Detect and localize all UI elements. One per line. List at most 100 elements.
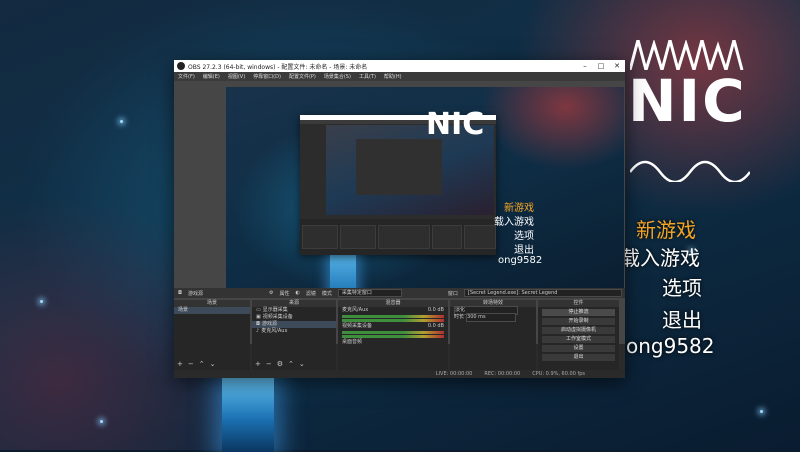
preview-menu-exit: 退出 <box>514 245 534 256</box>
menu-file[interactable]: 文件(F) <box>178 73 195 80</box>
source-label: 显示器采集 <box>262 307 288 313</box>
menu-bar: 文件(F) 编辑(E) 视图(V) 停靠窗口(D) 配置文件(P) 场景集合(S… <box>174 72 625 81</box>
channel-name: 视频采集设备 <box>342 323 373 329</box>
preview-menu-options: 选项 <box>514 231 534 242</box>
settings-button[interactable]: 设置 <box>542 345 615 352</box>
remove-icon[interactable]: − <box>266 360 272 368</box>
menu-exit[interactable]: 退出 <box>662 304 702 333</box>
window-label: 窗口 <box>447 290 458 297</box>
cpu-status: CPU: 0.9%, 60.00 fps <box>532 371 585 377</box>
window-title: OBS 27.2.3 (64-bit, windows) - 配置文件: 未命名… <box>188 63 368 71</box>
source-toolbar: ◘ 游戏源 ⚙ 属性 ◐ 滤镜 模式 采集特定窗口 窗口 [Secret Leg… <box>174 288 625 298</box>
menu-options[interactable]: 选项 <box>662 272 702 301</box>
remove-icon[interactable]: − <box>188 360 194 368</box>
controls-dock: 控件 停止推流 开始录制 启动虚拟摄像机 工作室模式 设置 退出 <box>538 300 619 370</box>
source-tools: + − ⚙ ⌃ ⌄ <box>255 360 305 368</box>
start-recording-button[interactable]: 开始录制 <box>542 318 615 325</box>
preview-canvas[interactable]: NIC 新游戏 载入游戏 选项 退出 ong9582 <box>226 87 624 293</box>
menu-load-game[interactable]: 载入游戏 <box>620 242 700 271</box>
scenes-header: 场景 <box>174 300 250 307</box>
preview-menu-new-game: 新游戏 <box>504 203 534 214</box>
source-item[interactable]: ▭ 显示器采集 <box>252 307 336 314</box>
sources-dock: 来源 ▭ 显示器采集 ▣ 视频采集设备 ◘ 游戏源 ♪ 麦克风/Aux + − ⚙ ⌃ ⌄ <box>252 300 336 370</box>
sparkle <box>120 120 123 123</box>
exit-button[interactable]: 退出 <box>542 354 615 361</box>
rec-status: REC: 00:00:00 <box>484 371 521 377</box>
preview-menu-load-game: 载入游戏 <box>494 217 534 228</box>
menu-edit[interactable]: 编辑(E) <box>203 73 220 80</box>
gear-icon[interactable]: ⚙ <box>269 290 273 296</box>
channel-level: 0.0 dB <box>427 307 444 313</box>
mixer-channel: 视频采集设备 0.0 dB <box>338 323 448 330</box>
crystal-sword <box>222 372 274 452</box>
scene-tools: + − ⌃ ⌄ <box>177 360 216 368</box>
down-icon[interactable]: ⌄ <box>299 360 305 368</box>
menu-tools[interactable]: 工具(T) <box>359 73 376 80</box>
mixer-footer: 桌面音频 <box>342 339 363 345</box>
camera-icon: ▣ <box>256 314 261 320</box>
mode-select[interactable]: 采集特定窗口 <box>337 289 402 297</box>
source-label: 麦克风/Aux <box>261 328 288 334</box>
studio-mode-button[interactable]: 工作室模式 <box>542 336 615 343</box>
source-item[interactable]: ▣ 视频采集设备 <box>252 314 336 321</box>
game-logo: NIC <box>628 67 747 135</box>
menu-help[interactable]: 帮助(H) <box>384 73 402 80</box>
up-icon[interactable]: ⌃ <box>288 360 294 368</box>
scene-item[interactable]: 场景 <box>174 307 250 314</box>
preview-version-text: ong9582 <box>498 255 543 266</box>
add-icon[interactable]: + <box>255 360 261 368</box>
menu-new-game[interactable]: 新游戏 <box>636 214 696 243</box>
source-item[interactable]: ♪ 麦克风/Aux <box>252 328 336 335</box>
title-bar: OBS 27.2.3 (64-bit, windows) - 配置文件: 未命名… <box>174 60 625 72</box>
scenes-dock: 场景 场景 + − ⌃ ⌄ <box>174 300 250 370</box>
duration-label: 时长 <box>454 314 465 320</box>
menu-view[interactable]: 视图(V) <box>228 73 245 80</box>
mixer-header: 混音器 <box>338 300 448 307</box>
stop-streaming-button[interactable]: 停止推流 <box>542 309 615 316</box>
status-bar: LIVE: 00:00:00 REC: 00:00:00 CPU: 0.9%, … <box>174 370 625 378</box>
filter-icon[interactable]: ◐ <box>295 290 299 296</box>
gamepad-icon: ◘ <box>178 290 182 296</box>
logo-waves <box>630 160 750 182</box>
nested-window-recursion <box>356 139 442 195</box>
virtual-camera-button[interactable]: 启动虚拟摄像机 <box>542 327 615 334</box>
duration-row: 时长 300 ms <box>450 313 536 322</box>
channel-name: 麦克风/Aux <box>342 307 369 313</box>
volume-slider[interactable] <box>342 319 444 322</box>
properties-button[interactable]: 属性 <box>279 290 289 297</box>
transitions-dock: 转场特效 淡化 时长 300 ms <box>450 300 536 370</box>
channel-level: 0.0 dB <box>427 323 444 329</box>
gamepad-icon: ◘ <box>256 321 260 327</box>
menu-scene-collection[interactable]: 场景集合(S) <box>324 73 351 80</box>
mode-label: 模式 <box>321 290 332 297</box>
logo-spikes <box>630 40 744 70</box>
minimize-icon[interactable]: – <box>577 62 593 70</box>
volume-meter <box>342 315 444 318</box>
window-select[interactable]: [Secret Legend.exe]: Secret Legend <box>463 289 622 297</box>
up-icon[interactable]: ⌃ <box>199 360 205 368</box>
gear-icon[interactable]: ⚙ <box>277 360 283 368</box>
maximize-icon[interactable]: □ <box>593 62 609 70</box>
selected-source-label: 游戏源 <box>187 290 203 297</box>
preview-game-logo: NIC <box>426 107 485 142</box>
menu-profile[interactable]: 配置文件(P) <box>289 73 316 80</box>
mixer-channel: 麦克风/Aux 0.0 dB <box>338 307 448 314</box>
down-icon[interactable]: ⌄ <box>210 360 216 368</box>
add-icon[interactable]: + <box>177 360 183 368</box>
nested-docks <box>300 219 496 255</box>
volume-meter <box>342 331 444 334</box>
obs-window: OBS 27.2.3 (64-bit, windows) - 配置文件: 未命名… <box>174 60 625 378</box>
source-label: 游戏源 <box>261 321 277 327</box>
source-label: 视频采集设备 <box>262 314 293 320</box>
mic-icon: ♪ <box>256 328 260 334</box>
menu-docks[interactable]: 停靠窗口(D) <box>253 73 281 80</box>
volume-slider[interactable] <box>342 335 444 338</box>
duration-input[interactable]: 300 ms <box>466 313 517 322</box>
source-item[interactable]: ◘ 游戏源 <box>252 321 336 328</box>
version-text: ong9582 <box>626 334 715 358</box>
sparkle <box>100 420 103 423</box>
monitor-icon: ▭ <box>256 307 261 313</box>
close-icon[interactable]: ✕ <box>609 62 625 70</box>
dock-panels: 场景 场景 + − ⌃ ⌄ 来源 ▭ 显示器采集 ▣ 视频采集设备 ◘ 游戏源 ♪ 麦克风/… <box>174 300 625 370</box>
filters-button[interactable]: 滤镜 <box>306 290 316 297</box>
